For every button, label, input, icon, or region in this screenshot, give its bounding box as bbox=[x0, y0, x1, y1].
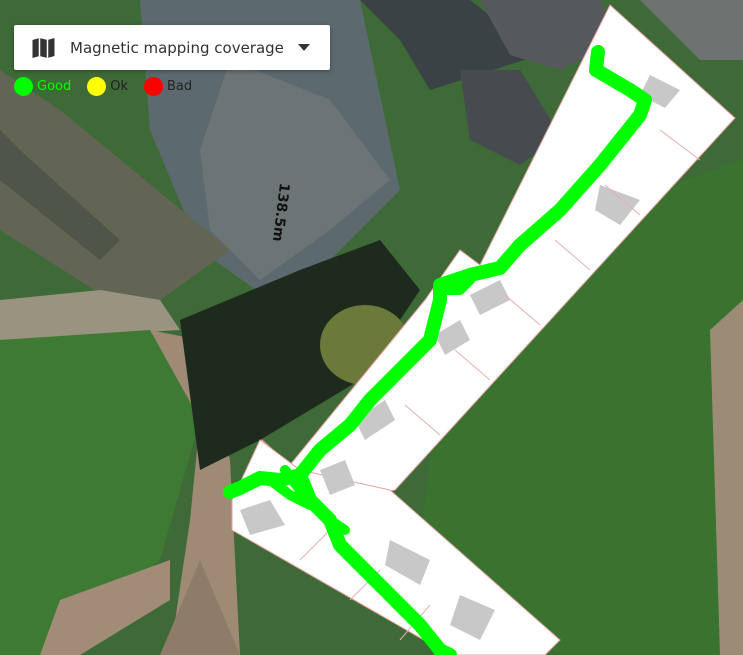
legend-item-ok: Ok bbox=[87, 76, 128, 96]
legend-label-bad: Bad bbox=[167, 78, 193, 94]
legend-dot-ok bbox=[87, 76, 107, 96]
layer-select-label: Magnetic mapping coverage bbox=[70, 38, 284, 57]
legend-item-bad: Bad bbox=[144, 76, 193, 96]
legend-item-good: Good bbox=[14, 76, 72, 96]
layer-select-dropdown[interactable]: Magnetic mapping coverage bbox=[14, 25, 330, 70]
legend-label-ok: Ok bbox=[110, 78, 128, 94]
chevron-down-icon bbox=[298, 44, 310, 51]
legend-dot-bad bbox=[144, 76, 163, 96]
coverage-legend: Good Ok Bad bbox=[14, 76, 208, 96]
map-icon bbox=[32, 37, 55, 58]
satellite-map[interactable] bbox=[0, 0, 743, 655]
legend-dot-good bbox=[14, 76, 33, 96]
legend-label-good: Good bbox=[37, 78, 72, 94]
